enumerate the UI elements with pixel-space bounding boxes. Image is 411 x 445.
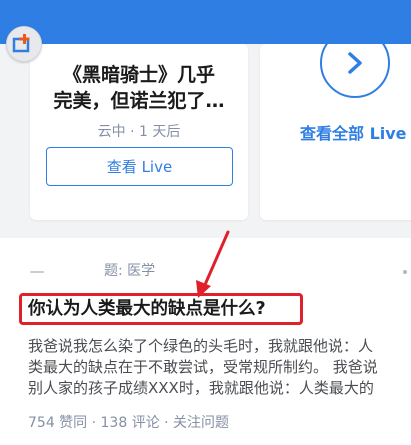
square-plus-icon — [12, 34, 30, 53]
chevron-right-icon[interactable] — [320, 28, 390, 98]
view-live-button[interactable]: 查看 Live — [46, 147, 233, 186]
answer-stats: 754 赞同 · 138 评论 · 关注问题 — [28, 415, 230, 431]
answer-excerpt[interactable]: 我爸说我怎么染了个绿色的头毛时，我就跟他说：人 类最大的缺点在于不敢尝试，受常规… — [28, 336, 411, 399]
question-title[interactable]: 你认为人类最大的缺点是什么? — [19, 293, 303, 325]
chevron-glyph-icon — [348, 52, 362, 74]
live-card[interactable]: 《黑暗骑士》几乎 完美，但诺兰犯了… 云中 · 1 天后 查看 Live — [30, 44, 248, 220]
avatar-placeholder — [30, 271, 44, 273]
topic-label[interactable]: 题: 医学 — [104, 260, 155, 280]
live-section: 《黑暗骑士》几乎 完美，但诺兰犯了… 云中 · 1 天后 查看 Live 查看全… — [0, 28, 411, 234]
zhihu-add-icon[interactable] — [6, 26, 42, 62]
view-all-live-card[interactable]: 查看全部 Live — [260, 28, 411, 220]
excerpt-line: 类最大的缺点在于不敢尝试，受常规所制约。 我爸说 — [28, 358, 378, 376]
view-all-live-link[interactable]: 查看全部 Live — [300, 120, 407, 144]
live-title-line-2: 完美，但诺兰犯了… — [53, 90, 225, 112]
excerpt-line: 别人家的孩子成绩XXX时，我就跟他说：人类最大的 — [28, 379, 374, 397]
live-meta: 云中 · 1 天后 — [97, 124, 181, 140]
feed-card[interactable]: 题: 医学 你认为人类最大的缺点是什么? 我爸说我怎么染了个绿色的头毛时，我就跟… — [0, 238, 411, 445]
live-title: 《黑暗骑士》几乎 完美，但诺兰犯了… — [42, 62, 236, 114]
excerpt-line: 我爸说我怎么染了个绿色的头毛时，我就跟他说：人 — [28, 337, 374, 355]
live-title-line-1: 《黑暗骑士》几乎 — [62, 64, 215, 86]
more-icon[interactable] — [403, 270, 407, 274]
